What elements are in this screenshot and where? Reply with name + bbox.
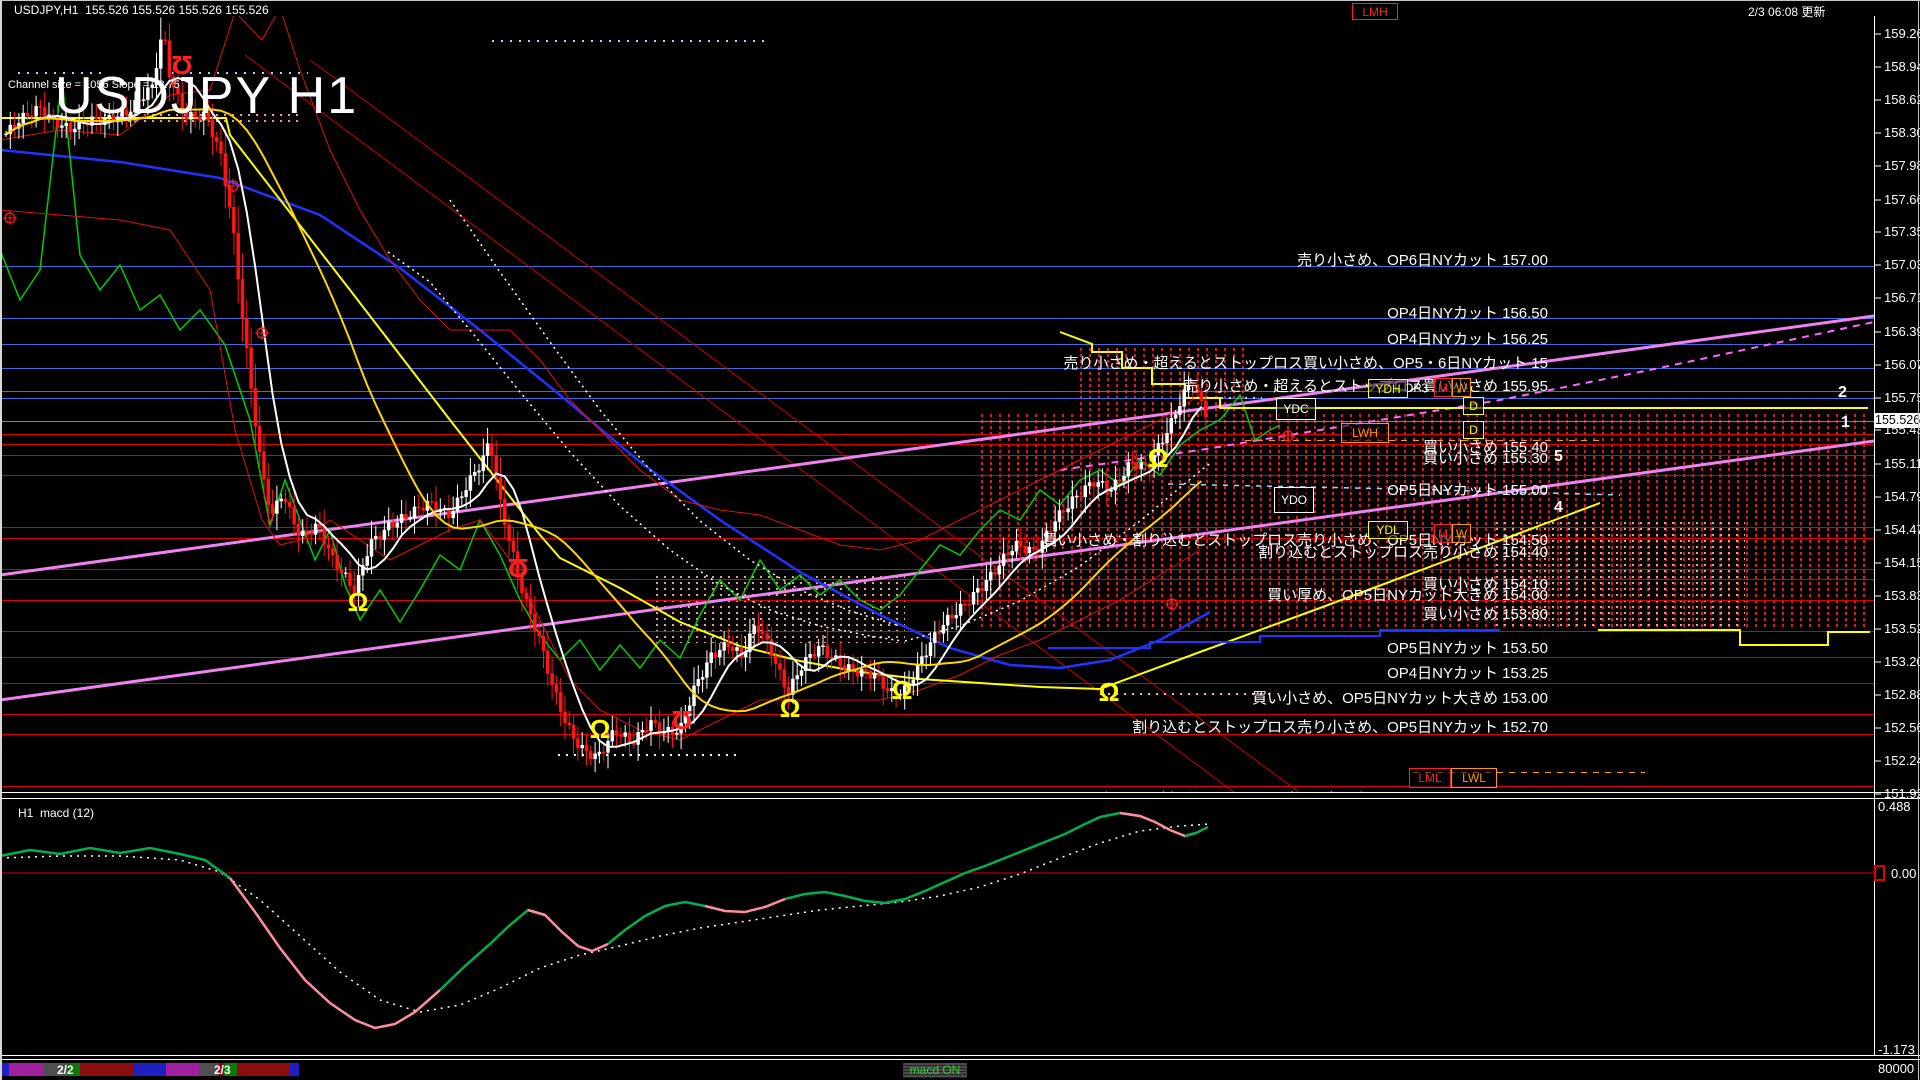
macd-line-green (440, 910, 545, 990)
level-label: OP4日NYカット 156.50 (1387, 302, 1548, 323)
macd-line-pink (230, 878, 440, 1028)
macd-pane (0, 813, 1874, 1028)
session-segment (133, 1063, 166, 1076)
macd-line-green (1185, 827, 1208, 836)
window-border-right (1918, 0, 1919, 1080)
free-text-label: OP3 (1404, 381, 1428, 395)
session-segment (9, 1063, 44, 1076)
macd-line-pink (705, 899, 785, 912)
level-label: 買い小さめ、OP5日NYカット大きめ 153.00 (1252, 687, 1548, 708)
level-label: 売り小さめ・超えるとストップロス買い小さめ、OP5・6日NYカット 15 (1063, 352, 1548, 373)
macd-toggle-button[interactable]: macd ON (903, 1063, 967, 1078)
macd-signal-line (0, 824, 1208, 1012)
session-segment (76, 1063, 133, 1076)
level-label: 買い小さめ 153.80 (1423, 603, 1548, 624)
session-segment (2, 1063, 9, 1076)
session-timeline-bar: macd ON 2/2 2/3 (0, 1055, 1920, 1080)
level-label: OP5日NYカット 153.50 (1387, 637, 1548, 658)
channel-digit-label: 2 (1838, 384, 1847, 402)
window-border-top (0, 0, 1920, 1)
level-label: 買い厚め、OP5日NYカット大きめ 154.00 (1267, 584, 1548, 605)
pane-divider-1[interactable] (0, 792, 1920, 793)
level-label: OP4日NYカット 153.25 (1387, 662, 1548, 683)
level-label: 割り込むとストップロス売り小さめ、OP5日NYカット 152.70 (1132, 716, 1548, 737)
channel-digit-label: 4 (1554, 499, 1563, 517)
level-label: 買い小さめ 155.30 (1423, 447, 1548, 468)
macd-line-green (608, 902, 705, 944)
session-segment (166, 1063, 199, 1076)
macd-line-pink (528, 910, 608, 951)
mt4-chart-window: USDJPY,H1 155.526 155.526 155.526 155.52… (0, 0, 1920, 1080)
channel-digit-label: 1 (1841, 414, 1850, 432)
date-label: 2/3 (214, 1063, 231, 1077)
macd-line-green (785, 813, 1140, 903)
level-annotations: 売り小さめ、OP6日NYカット 157.00 OP4日NYカット 156.50 OP… (0, 0, 1920, 792)
pane-divider-2[interactable] (0, 798, 1920, 799)
window-border-left (0, 0, 2, 1080)
macd-zero-marker (1875, 866, 1884, 880)
level-label: 売り小さめ、OP6日NYカット 157.00 (1297, 249, 1548, 270)
macd-line-pink (1120, 813, 1196, 836)
level-label: 割り込むとストップロス売り小さめ 154.40 (1258, 541, 1548, 562)
level-label: OP4日NYカット 156.25 (1387, 328, 1548, 349)
level-label: 売り小さめ・超えるとストップロス買い小さめ 155.95 (1183, 375, 1548, 396)
level-label: OP5日NYカット 155.00 (1387, 479, 1548, 500)
session-segment (290, 1063, 299, 1076)
channel-digit-label: 5 (1554, 448, 1563, 466)
macd-indicator-label: H1 macd (12) (18, 806, 94, 820)
date-label: 2/2 (57, 1063, 74, 1077)
